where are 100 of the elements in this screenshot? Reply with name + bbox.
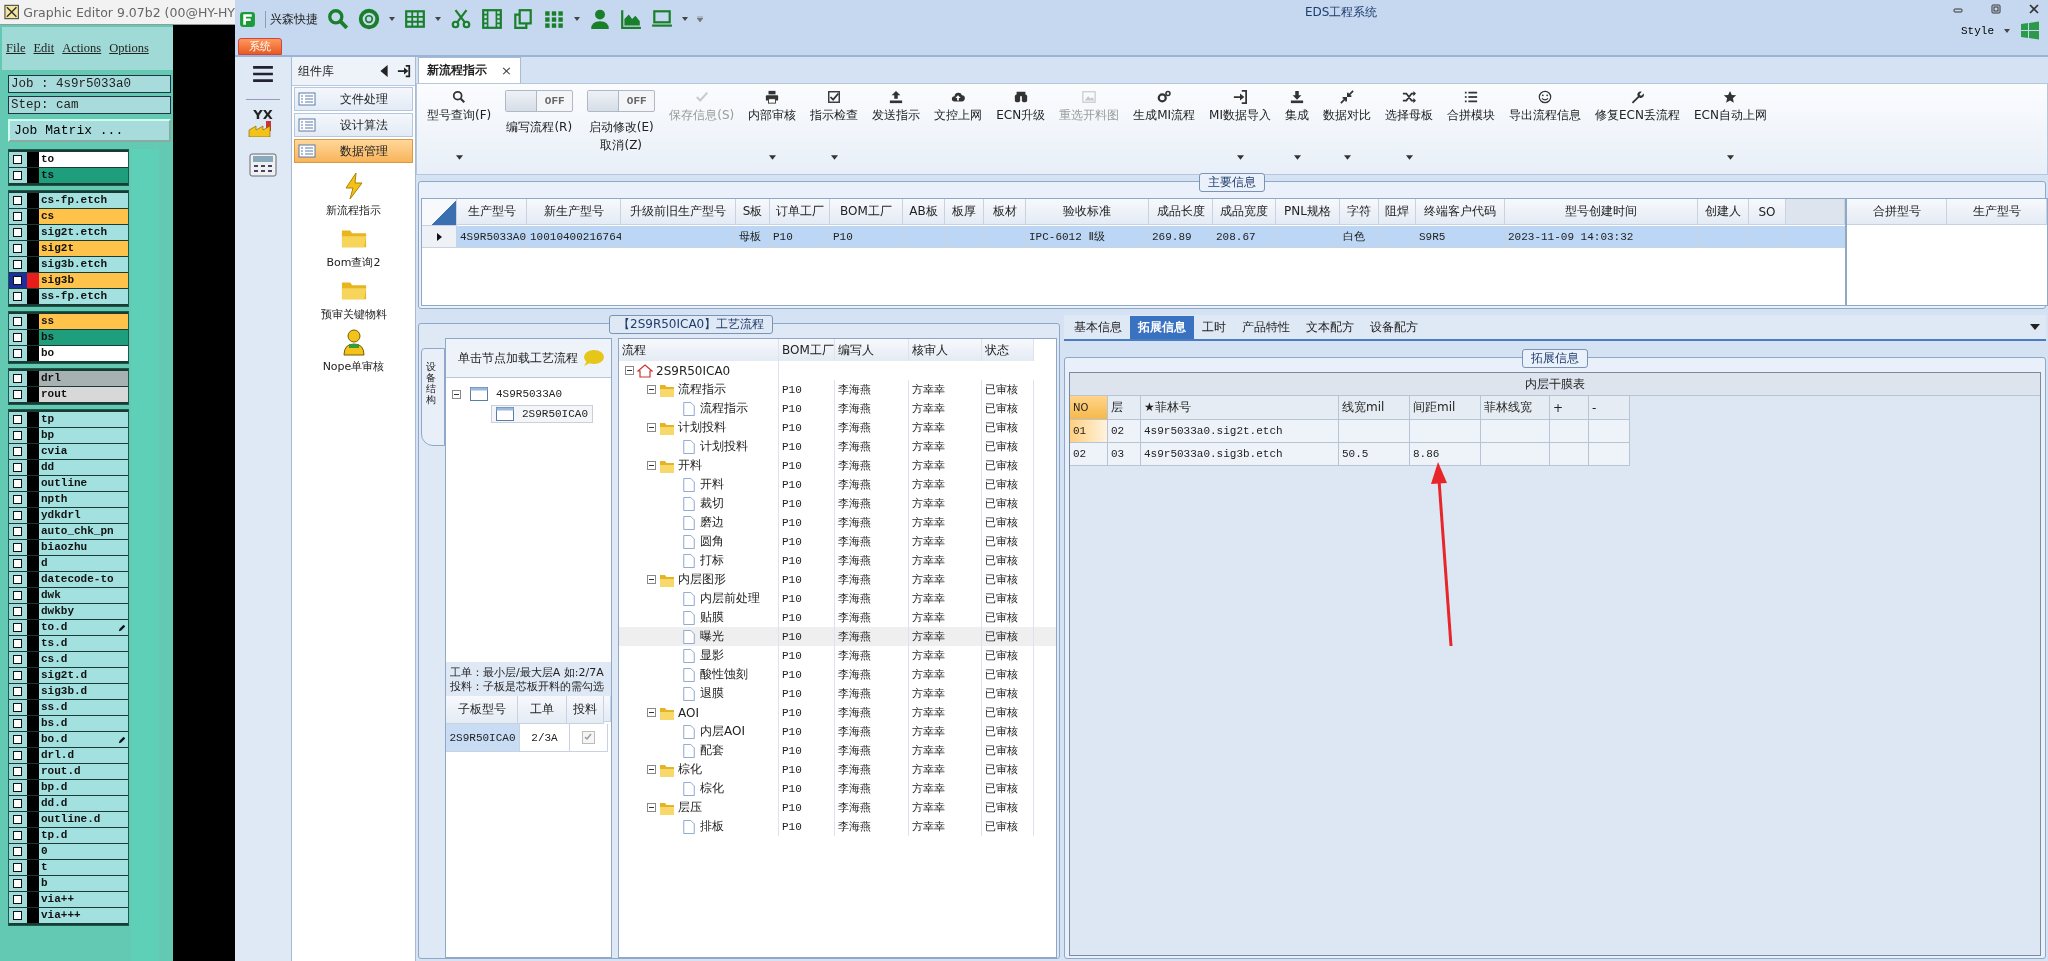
ribbon-button[interactable]: 选择母板 [1379,88,1439,166]
flow-row[interactable]: 内层AOI P10 李海燕 方幸幸 已审核 [619,722,1056,741]
layer-item[interactable]: sig2t [39,241,128,256]
toggle-switch[interactable]: OFF [505,90,574,112]
menu-item[interactable]: Options [109,41,149,56]
collapse-icon[interactable] [647,803,656,812]
flow-row[interactable]: 流程指示 P10 李海燕 方幸幸 已审核 [619,399,1056,418]
layer-item[interactable]: bs [39,330,128,345]
layer-selector[interactable] [9,876,39,891]
column-header[interactable]: BOM工厂 [779,339,835,361]
laptop-icon[interactable] [651,8,673,30]
dropdown-icon[interactable] [2030,324,2040,330]
table-row[interactable]: 4S9R5033A0 10010400216764 母板 P10 P10 IPC-6012 Ⅱ级 269.89 208.67 白色 S9R5 2023-11-09 14:03:32 [422,226,1845,248]
layer-selector[interactable] [9,732,39,747]
user-icon[interactable] [589,8,611,30]
layer-selector[interactable] [9,152,39,167]
close-icon[interactable] [2028,3,2040,15]
layer-selector[interactable] [9,412,39,427]
calculator-icon[interactable] [249,153,277,177]
flow-row[interactable]: 2S9R50ICA0 [619,361,1056,380]
layer-selector[interactable] [9,588,39,603]
flow-row[interactable]: 层压 P10 李海燕 方幸幸 已审核 [619,798,1056,817]
layer-selector[interactable] [9,796,39,811]
collapse-icon[interactable] [379,65,389,77]
column-header[interactable]: 状态 [982,339,1034,361]
job-matrix-button[interactable]: Job Matrix ... [8,119,171,142]
sign-in-icon[interactable] [397,64,411,78]
column-header[interactable]: 板材 [984,199,1026,225]
layer-item[interactable]: sig3b [39,273,128,288]
caret-icon[interactable] [389,17,395,21]
scissors-icon[interactable] [450,8,472,30]
restore-icon[interactable] [1990,3,2002,15]
table-icon[interactable] [404,8,426,30]
column-header[interactable]: 层 [1108,396,1141,420]
layer-selector[interactable] [9,346,39,361]
layer-selector[interactable] [9,908,39,923]
column-header[interactable]: 线宽mil [1339,396,1410,420]
ribbon-button[interactable]: 内部审核 [742,88,803,166]
layer-item[interactable]: sig2t.etch [39,225,128,240]
column-header[interactable]: NO [1070,396,1108,420]
toggle-switch[interactable]: OFF [587,90,656,112]
layer-item[interactable]: tp.d [39,828,128,843]
column-header[interactable]: 字符 [1340,199,1379,225]
column-header[interactable]: 创建人 [1698,199,1749,225]
category-item[interactable]: 数据管理 [294,139,413,163]
layer-item[interactable]: rout [39,387,128,402]
collapse-icon[interactable] [625,366,634,375]
caret-icon[interactable] [435,17,441,21]
layer-selector[interactable] [9,257,39,272]
tree-node[interactable]: 2S9R50ICA0 [491,405,593,423]
column-header[interactable]: 核审人 [909,339,982,361]
layer-item[interactable]: outline [39,476,128,491]
column-header[interactable]: 验收标准 [1026,199,1149,225]
tab[interactable]: 文本配方 [1298,316,1362,339]
layer-item[interactable]: dd.d [39,796,128,811]
layer-selector[interactable] [9,492,39,507]
layer-selector[interactable] [9,860,39,875]
search-icon[interactable] [327,8,349,30]
column-header[interactable]: 终端客户代码 [1416,199,1505,225]
layer-selector[interactable] [9,241,39,256]
layer-item[interactable]: dwk [39,588,128,603]
layer-item[interactable]: ts.d [39,636,128,651]
flow-row[interactable]: 退膜 P10 李海燕 方幸幸 已审核 [619,684,1056,703]
column-header[interactable]: 订单工厂 [770,199,830,225]
layer-item[interactable]: bo [39,346,128,361]
ribbon-button[interactable]: 指示检查 [804,88,865,166]
document-tab[interactable]: 新流程指示 × [418,57,521,83]
ribbon-button[interactable]: 发送指示 [866,88,927,166]
tool-label[interactable]: 预审关键物料 [320,307,387,322]
tab[interactable]: 拓展信息 [1130,316,1194,339]
layer-item[interactable]: rout.d [39,764,128,779]
layer-item[interactable]: npth [39,492,128,507]
column-header[interactable]: AB板 [903,199,945,225]
ribbon-button[interactable]: MI数据导入 [1203,88,1277,166]
layer-item[interactable]: auto_chk_pn [39,524,128,539]
column-header[interactable]: 编写人 [835,339,909,361]
row-number-cell[interactable]: 02 [1070,443,1108,466]
flow-row[interactable]: 圆角 P10 李海燕 方幸幸 已审核 [619,532,1056,551]
layer-item[interactable]: dd [39,460,128,475]
tab[interactable]: 基本信息 [1066,316,1130,339]
user-icon[interactable] [340,328,367,356]
layer-item[interactable]: ts [39,168,128,183]
area-chart-icon[interactable] [620,8,642,30]
flow-row[interactable]: 棕化 P10 李海燕 方幸幸 已审核 [619,779,1056,798]
grid-icon[interactable] [543,8,565,30]
ribbon-button[interactable]: 合拼模块 [1441,88,1501,166]
layer-selector[interactable] [9,764,39,779]
column-header[interactable]: PNL规格 [1276,199,1340,225]
layer-selector[interactable] [9,428,39,443]
column-header[interactable]: 型号创建时间 [1505,199,1698,225]
layer-selector[interactable] [9,225,39,240]
layer-item[interactable]: drl [39,371,128,386]
layer-selector[interactable] [9,168,39,183]
column-header[interactable]: 板厚 [945,199,984,225]
layer-item[interactable]: d [39,556,128,571]
layer-item[interactable]: sig3b.d [39,684,128,699]
ribbon-button[interactable]: ECN自动上网 [1687,88,1773,166]
flow-row[interactable]: 显影 P10 李海燕 方幸幸 已审核 [619,646,1056,665]
layer-item[interactable]: 0 [39,844,128,859]
layer-item[interactable]: via++ [39,892,128,907]
